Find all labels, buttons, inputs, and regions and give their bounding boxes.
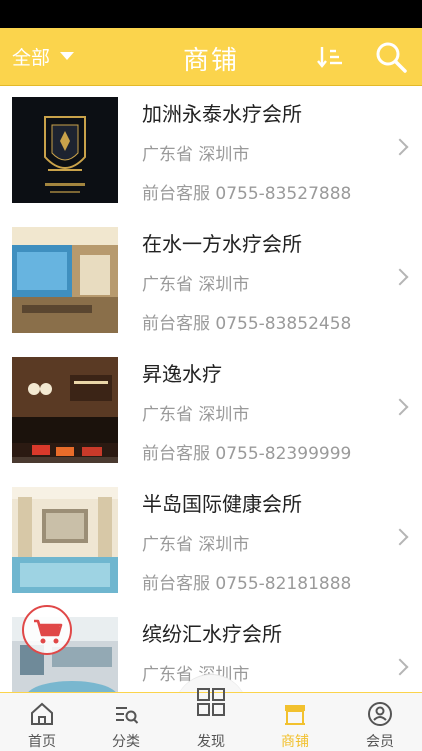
- shop-name: 在水一方水疗会所: [142, 232, 302, 256]
- shop-location: 广东省 深圳市: [142, 275, 250, 295]
- shopping-cart-icon: [34, 619, 63, 644]
- nav-discover-label: 发现: [197, 734, 225, 750]
- shop-name: 缤纷汇水疗会所: [142, 622, 282, 646]
- nav-discover[interactable]: 发现: [169, 688, 253, 751]
- chevron-right-icon: [391, 138, 409, 156]
- nav-category[interactable]: 分类: [84, 693, 168, 751]
- shop-phone: 前台客服 0755-83527888: [142, 184, 352, 204]
- nav-category-label: 分类: [112, 734, 140, 750]
- shop-name: 加洲永泰水疗会所: [142, 102, 302, 126]
- shop-phone: 前台客服 0755-83852458: [142, 314, 352, 334]
- discover-grid-icon: [197, 688, 225, 716]
- page-title: 商铺: [182, 46, 239, 76]
- nav-member-label: 会员: [366, 734, 394, 750]
- sort-icon: [317, 47, 342, 68]
- shop-phone: 前台客服 0755-82399999: [142, 444, 352, 464]
- shopping-cart-button[interactable]: [22, 605, 72, 655]
- search-button[interactable]: [374, 40, 408, 74]
- shop-location: 广东省 深圳市: [142, 535, 250, 555]
- shop-item[interactable]: 加洲永泰水疗会所 广东省 深圳市 前台客服 0755-83527888: [0, 86, 422, 217]
- shop-thumbnail: [12, 227, 118, 333]
- nav-home[interactable]: 首页: [0, 693, 84, 751]
- nav-shop[interactable]: 商铺: [253, 693, 337, 751]
- shop-thumbnail: [12, 97, 118, 203]
- nav-home-label: 首页: [28, 734, 56, 750]
- shop-thumbnail: [12, 487, 118, 593]
- member-icon: [368, 702, 392, 726]
- shop-item[interactable]: 昇逸水疗 广东省 深圳市 前台客服 0755-82399999: [0, 346, 422, 477]
- home-icon: [31, 702, 53, 725]
- shop-name: 昇逸水疗: [142, 362, 222, 386]
- status-bar: [0, 0, 422, 28]
- nav-member[interactable]: 会员: [338, 693, 422, 751]
- bottom-nav: 首页 分类 发现 商铺 会员: [0, 688, 422, 751]
- shop-name: 半岛国际健康会所: [142, 492, 302, 516]
- shop-item[interactable]: 半岛国际健康会所 广东省 深圳市 前台客服 0755-82181888: [0, 476, 422, 607]
- shop-item[interactable]: 在水一方水疗会所 广东省 深圳市 前台客服 0755-83852458: [0, 216, 422, 347]
- shop-list: 加洲永泰水疗会所 广东省 深圳市 前台客服 0755-83527888 在水一方…: [0, 86, 422, 692]
- category-icon: [116, 707, 139, 724]
- shop-phone: 前台客服 0755-82181888: [142, 574, 352, 594]
- nav-shop-label: 商铺: [281, 734, 309, 750]
- top-bar: 全部 商铺: [0, 28, 422, 86]
- shop-location: 广东省 深圳市: [142, 405, 250, 425]
- search-icon: [376, 42, 407, 73]
- chevron-right-icon: [391, 658, 409, 676]
- shop-icon: [285, 705, 305, 725]
- chevron-right-icon: [391, 398, 409, 416]
- chevron-right-icon: [391, 268, 409, 286]
- shop-thumbnail: [12, 357, 118, 463]
- sort-button[interactable]: [316, 43, 344, 71]
- chevron-right-icon: [391, 528, 409, 546]
- shop-location: 广东省 深圳市: [142, 145, 250, 165]
